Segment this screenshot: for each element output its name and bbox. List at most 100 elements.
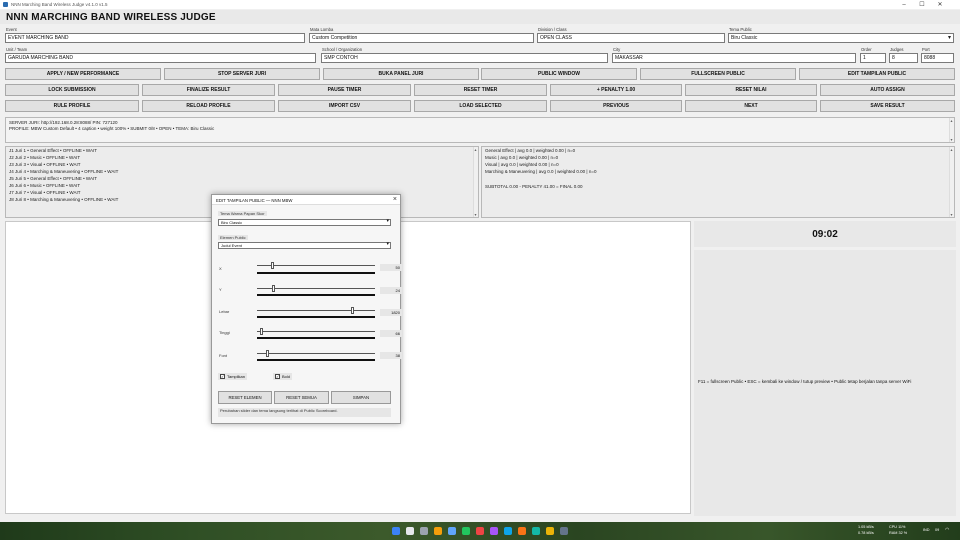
fullscreen-public-button[interactable]: FULLSCREEN PUBLIC xyxy=(640,68,796,80)
dialog-note: Perubahan slider dan tema langsung terli… xyxy=(218,408,391,417)
list-item[interactable]: J3 Juri 3 • Visual • OFFLINE • WAIT xyxy=(9,162,81,167)
city-input[interactable]: MAKASSAR xyxy=(612,53,856,63)
edit-tampilan-public-button[interactable]: EDIT TAMPILAN PUBLIC xyxy=(799,68,955,80)
unit-input[interactable]: GARUDA MARCHING BAND xyxy=(5,53,316,63)
task-view-icon[interactable] xyxy=(420,527,428,535)
slider-lebar-thumb[interactable] xyxy=(351,307,355,314)
bold-checkbox[interactable]: ✓ Bold xyxy=(273,373,293,380)
division-input[interactable]: OPEN CLASS xyxy=(537,33,725,43)
lock-submission-button[interactable]: LOCK SUBMISSION xyxy=(5,84,139,96)
file-explorer-icon[interactable] xyxy=(434,527,442,535)
list-item[interactable]: J8 Juri 8 • Marching & Maneuvering • OFF… xyxy=(9,197,118,202)
auto-assign-button[interactable]: AUTO ASSIGN xyxy=(820,84,955,96)
reset-semua-button[interactable]: RESET SEMUA xyxy=(274,391,329,404)
dialog-close-icon[interactable]: × xyxy=(393,196,397,203)
slider-tinggi-thumb[interactable] xyxy=(260,328,264,335)
maximize-button[interactable]: ☐ xyxy=(914,0,930,9)
status-scrollbar[interactable] xyxy=(949,118,954,142)
edit-tampilan-dialog: EDIT TAMPILAN PUBLIC — NNN MBW × Tema Wa… xyxy=(211,194,402,424)
finalize-result-button[interactable]: FINALIZE RESULT xyxy=(142,84,275,96)
reset-elemen-button[interactable]: RESET ELEMEN xyxy=(218,391,272,404)
slider-x-value: 50 xyxy=(380,264,402,271)
list-item[interactable]: J2 Juri 2 • Music • OFFLINE • WAIT xyxy=(9,155,80,160)
list-item[interactable]: J5 Juri 5 • General Effect • OFFLINE • W… xyxy=(9,176,97,181)
slider-divider xyxy=(257,316,375,318)
list-item[interactable]: J1 Juri 1 • General Effect • OFFLINE • W… xyxy=(9,148,97,153)
mata-lomba-input[interactable]: Custom Competition xyxy=(309,33,534,43)
app-icon[interactable] xyxy=(560,527,568,535)
unit-label: Unit / Team xyxy=(6,47,28,52)
language-indicator[interactable]: IND xyxy=(923,528,930,532)
app-icon[interactable] xyxy=(462,527,470,535)
app-icon[interactable] xyxy=(546,527,554,535)
slider-tinggi-value: 66 xyxy=(380,330,402,337)
wifi-icon[interactable]: ◠ xyxy=(945,527,949,533)
slider-y-value: 24 xyxy=(380,287,402,294)
tampilkan-checkbox[interactable]: ✓ Tampilkan xyxy=(218,373,248,380)
element-select[interactable]: Judul Event xyxy=(218,242,391,249)
clock[interactable]: 09 xyxy=(935,528,939,532)
judges-input[interactable]: 8 xyxy=(889,53,918,63)
minimize-button[interactable]: – xyxy=(896,0,912,9)
division-label: Division / Class xyxy=(538,27,567,32)
app-icon[interactable] xyxy=(504,527,512,535)
slider-lebar-track[interactable] xyxy=(257,307,375,314)
app-title: NNN MARCHING BAND WIRELESS JUDGE xyxy=(6,12,216,23)
reset-nilai-button[interactable]: RESET NILAI xyxy=(685,84,817,96)
slider-x-thumb[interactable] xyxy=(270,262,274,269)
search-icon[interactable] xyxy=(406,527,414,535)
public-window-button[interactable]: PUBLIC WINDOW xyxy=(481,68,637,80)
reload-profile-button[interactable]: RELOAD PROFILE xyxy=(142,100,275,112)
app-icon[interactable] xyxy=(476,527,484,535)
judges-scrollbar[interactable] xyxy=(473,147,478,217)
window-titlebar: NNN Marching Band Wireless Judge v4.1.0 … xyxy=(0,0,960,9)
stop-server-juri-button[interactable]: STOP SERVER JURI xyxy=(164,68,320,80)
school-input[interactable]: SMP CONTOH xyxy=(321,53,608,63)
port-input[interactable]: 8088 xyxy=(921,53,954,63)
buka-panel-juri-button[interactable]: BUKA PANEL JURI xyxy=(323,68,479,80)
next-button[interactable]: NEXT xyxy=(685,100,817,112)
app-icon[interactable] xyxy=(532,527,540,535)
rule-profile-button[interactable]: RULE PROFILE xyxy=(5,100,139,112)
theme-select[interactable]: Biru Classic xyxy=(218,219,391,226)
slider-y-thumb[interactable] xyxy=(271,285,275,292)
score-line: Music | avg 0.0 | weighted 0.00 | n=0 xyxy=(485,155,559,160)
app-icon[interactable] xyxy=(490,527,498,535)
net-down-readout: 0.78 kB/s xyxy=(858,531,874,535)
checkmark-icon: ✓ xyxy=(220,374,225,379)
pause-timer-button[interactable]: PAUSE TIMER xyxy=(278,84,411,96)
reset-timer-button[interactable]: RESET TIMER xyxy=(414,84,547,96)
slider-y-track[interactable] xyxy=(257,285,375,292)
app-icon[interactable] xyxy=(518,527,526,535)
edge-icon[interactable] xyxy=(448,527,456,535)
slider-font-label: Font xyxy=(219,353,228,358)
import-csv-button[interactable]: IMPORT CSV xyxy=(278,100,411,112)
save-result-button[interactable]: SAVE RESULT xyxy=(820,100,955,112)
server-status-line: SERVER JURI: http://192.168.0.28:8088/ P… xyxy=(9,120,118,125)
scores-scrollbar[interactable] xyxy=(949,147,954,217)
load-selected-button[interactable]: LOAD SELECTED xyxy=(414,100,547,112)
slider-tinggi-track[interactable] xyxy=(257,328,375,335)
event-input[interactable]: EVENT MARCHING BAND xyxy=(5,33,305,43)
list-item[interactable]: J7 Juri 7 • Visual • OFFLINE • WAIT xyxy=(9,190,81,195)
profile-status-line: PROFILE: MBW Custom Default • 4 caption … xyxy=(9,126,215,131)
app-icon xyxy=(3,2,8,7)
bold-label: Bold xyxy=(282,374,291,379)
start-icon[interactable] xyxy=(392,527,400,535)
order-input[interactable]: 1 xyxy=(860,53,886,63)
simpan-button[interactable]: SIMPAN xyxy=(331,391,391,404)
close-window-button[interactable]: ✕ xyxy=(932,0,948,9)
slider-font-track[interactable] xyxy=(257,350,375,357)
list-item[interactable]: J6 Juri 6 • Music • OFFLINE • WAIT xyxy=(9,183,80,188)
tema-public-select[interactable]: Biru Classic xyxy=(728,33,954,43)
slider-x-track[interactable] xyxy=(257,262,375,269)
school-label: School / Organization xyxy=(322,47,363,52)
list-item[interactable]: J4 Juri 4 • Marching & Maneuvering • OFF… xyxy=(9,169,118,174)
apply-new-performance-button[interactable]: APPLY / NEW PERFORMANCE xyxy=(5,68,161,80)
add-penalty-button[interactable]: + PENALTY 1.00 xyxy=(550,84,682,96)
previous-button[interactable]: PREVIOUS xyxy=(550,100,682,112)
order-label: Order xyxy=(861,47,872,52)
slider-divider xyxy=(257,272,375,274)
slider-font-thumb[interactable] xyxy=(266,350,270,357)
score-line: Visual | avg 0.0 | weighted 0.00 | n=0 xyxy=(485,162,559,167)
